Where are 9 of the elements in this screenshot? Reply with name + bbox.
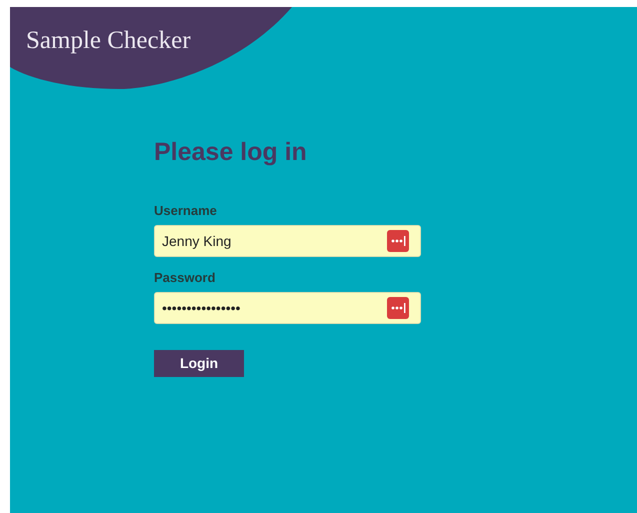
- app-title: Sample Checker: [26, 26, 191, 56]
- login-button[interactable]: Login: [154, 350, 244, 377]
- text-field[interactable]: Jenny King: [155, 226, 420, 256]
- form-heading: Please log in: [154, 137, 308, 168]
- text-field[interactable]: ••••••••••••••••: [155, 293, 420, 323]
- password-manager-icon[interactable]: [387, 297, 409, 319]
- field-label: Password: [154, 270, 216, 286]
- field-label: Username: [154, 203, 218, 219]
- password-manager-icon[interactable]: [387, 230, 409, 252]
